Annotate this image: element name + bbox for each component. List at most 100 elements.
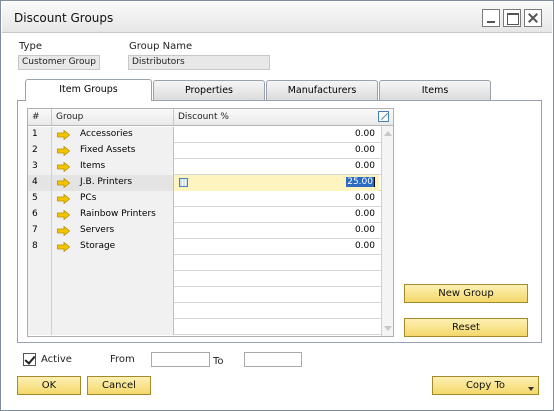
- group-cell: Storage: [52, 239, 174, 255]
- expand-icon[interactable]: [378, 111, 389, 122]
- group-cell: PCs: [52, 191, 174, 207]
- discount-cell[interactable]: [174, 319, 379, 335]
- group-name: J.B. Printers: [80, 177, 133, 187]
- from-label: From: [110, 354, 135, 365]
- discount-cell[interactable]: 0.00: [174, 127, 379, 143]
- discount-cell[interactable]: 25.00: [174, 175, 379, 191]
- group-name-field: Distributors: [128, 55, 270, 70]
- discount-cell[interactable]: 0.00: [174, 239, 379, 255]
- row-number: 1: [28, 127, 52, 143]
- new-group-button[interactable]: New Group: [404, 284, 528, 303]
- table-row[interactable]: 2 Fixed Assets 0.00: [28, 143, 381, 159]
- table-row[interactable]: 6 Rainbow Printers 0.00: [28, 207, 381, 223]
- discount-cell[interactable]: [174, 303, 379, 319]
- row-number: [28, 271, 52, 287]
- reset-button[interactable]: Reset: [404, 318, 528, 337]
- discount-cell[interactable]: 0.00: [174, 191, 379, 207]
- link-arrow-icon[interactable]: [57, 146, 70, 156]
- discount-cell[interactable]: 0.00: [174, 207, 379, 223]
- group-cell: Fixed Assets: [52, 143, 174, 159]
- row-number: 5: [28, 191, 52, 207]
- link-arrow-icon[interactable]: [57, 226, 70, 236]
- link-arrow-icon[interactable]: [57, 210, 70, 220]
- ok-button[interactable]: OK: [17, 376, 81, 395]
- group-cell: [52, 271, 174, 287]
- link-arrow-icon[interactable]: [57, 242, 70, 252]
- group-cell: [52, 303, 174, 319]
- discount-cell[interactable]: 0.00: [174, 143, 379, 159]
- group-cell: Rainbow Printers: [52, 207, 174, 223]
- link-arrow-icon[interactable]: [57, 194, 70, 204]
- discount-value: 0.00: [354, 193, 375, 203]
- tab-items[interactable]: Items: [379, 80, 491, 100]
- type-label: Type: [19, 41, 42, 52]
- cancel-label: Cancel: [102, 380, 136, 391]
- new-group-label: New Group: [438, 288, 494, 299]
- group-name: PCs: [80, 193, 97, 203]
- tab-label: Item Groups: [59, 84, 118, 95]
- discount-value: 0.00: [354, 209, 375, 219]
- from-date-input[interactable]: [151, 352, 210, 367]
- group-cell: Accessories: [52, 127, 174, 143]
- column-header-group[interactable]: Group: [52, 109, 174, 126]
- row-number: 8: [28, 239, 52, 255]
- row-number: [28, 303, 52, 319]
- active-checkbox[interactable]: [23, 353, 36, 366]
- table-row[interactable]: 1 Accessories 0.00: [28, 127, 381, 143]
- row-number: [28, 319, 52, 335]
- maximize-button[interactable]: [503, 9, 521, 27]
- tab-manufacturers[interactable]: Manufacturers: [266, 80, 378, 100]
- copy-to-button[interactable]: Copy To: [432, 376, 539, 395]
- discount-cell[interactable]: 0.00: [174, 159, 379, 175]
- column-header-num[interactable]: #: [28, 109, 52, 126]
- row-number: [28, 287, 52, 303]
- discount-value[interactable]: 25.00: [346, 177, 375, 187]
- link-arrow-icon[interactable]: [57, 162, 70, 172]
- table-row[interactable]: 7 Servers 0.00: [28, 223, 381, 239]
- discount-value: 0.00: [354, 225, 375, 235]
- title-bar: Discount Groups: [2, 2, 552, 33]
- group-name: Accessories: [80, 129, 133, 139]
- group-cell: [52, 255, 174, 271]
- tab-item-groups[interactable]: Item Groups: [25, 79, 152, 101]
- row-number: 4: [28, 175, 52, 191]
- table-row[interactable]: 4 J.B. Printers 25.00: [28, 175, 381, 191]
- column-header-discount[interactable]: Discount %: [174, 109, 393, 126]
- link-arrow-icon[interactable]: [57, 130, 70, 140]
- tab-properties[interactable]: Properties: [153, 80, 265, 100]
- group-name-label: Group Name: [129, 41, 193, 52]
- type-field: Customer Group: [18, 55, 100, 70]
- discount-cell[interactable]: [174, 271, 379, 287]
- empty-row[interactable]: [28, 255, 381, 271]
- discount-cell[interactable]: [174, 255, 379, 271]
- discount-value: 0.00: [354, 145, 375, 155]
- discount-cell[interactable]: 0.00: [174, 223, 379, 239]
- discount-value: 0.00: [354, 161, 375, 171]
- group-name: Fixed Assets: [80, 145, 136, 155]
- scroll-up-icon[interactable]: [384, 131, 392, 136]
- discount-cell[interactable]: [174, 287, 379, 303]
- link-arrow-icon[interactable]: [57, 178, 70, 188]
- empty-row[interactable]: [28, 303, 381, 319]
- tab-label: Items: [421, 85, 449, 96]
- discount-value: 0.00: [354, 129, 375, 139]
- empty-row[interactable]: [28, 319, 381, 335]
- calculator-icon[interactable]: [179, 178, 188, 187]
- table-row[interactable]: 5 PCs 0.00: [28, 191, 381, 207]
- close-button[interactable]: [524, 9, 542, 27]
- group-cell: [52, 319, 174, 335]
- table-row[interactable]: 8 Storage 0.00: [28, 239, 381, 255]
- tab-label: Manufacturers: [287, 85, 357, 96]
- empty-row[interactable]: [28, 287, 381, 303]
- row-number: 3: [28, 159, 52, 175]
- empty-row[interactable]: [28, 271, 381, 287]
- grid-scrollbar[interactable]: [381, 126, 393, 336]
- minimize-button[interactable]: [482, 9, 500, 27]
- table-row[interactable]: 3 Items 0.00: [28, 159, 381, 175]
- cancel-button[interactable]: Cancel: [87, 376, 151, 395]
- group-cell: [52, 287, 174, 303]
- scroll-down-icon[interactable]: [384, 326, 392, 331]
- item-groups-grid[interactable]: # Group Discount % 1 Accessories 0.00 2 Fixe…: [27, 108, 394, 337]
- group-cell: Items: [52, 159, 174, 175]
- to-date-input[interactable]: [244, 352, 302, 367]
